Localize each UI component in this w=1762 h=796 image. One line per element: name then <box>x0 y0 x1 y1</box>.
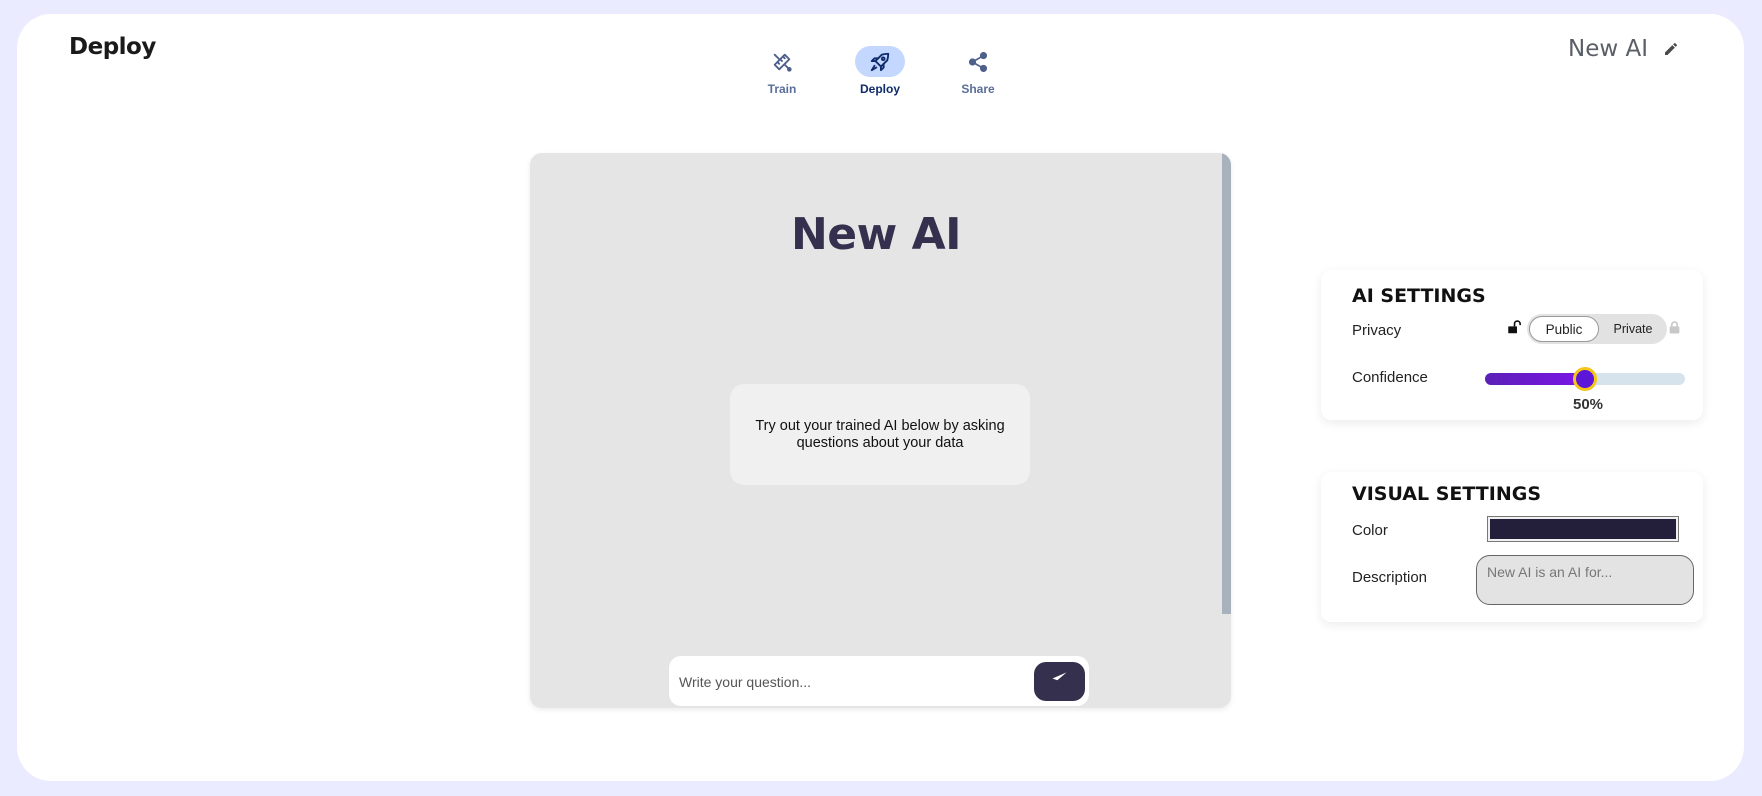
ai-name-header: New AI <box>1568 36 1682 62</box>
locked-icon <box>1669 321 1680 339</box>
color-label: Color <box>1352 522 1388 539</box>
paper-plane-icon <box>1051 671 1068 693</box>
confidence-value: 50% <box>1572 396 1604 413</box>
confidence-label: Confidence <box>1352 369 1428 386</box>
app-frame: Deploy Train Deploy Share New AI New AI … <box>17 14 1744 781</box>
send-button[interactable] <box>1034 662 1085 701</box>
share-icon <box>953 46 1003 77</box>
pencil-icon[interactable] <box>1660 38 1682 60</box>
question-input[interactable] <box>677 656 1031 708</box>
nav-item-train[interactable]: Train <box>757 46 807 96</box>
ai-settings-heading: AI SETTINGS <box>1352 285 1486 307</box>
privacy-toggle: Public Private <box>1527 314 1667 344</box>
visual-settings-card: VISUAL SETTINGS Color Description <box>1321 472 1703 622</box>
privacy-public-option[interactable]: Public <box>1529 316 1599 342</box>
confidence-slider[interactable] <box>1485 367 1685 391</box>
chat-scrollbar[interactable] <box>1222 153 1231 614</box>
chat-input-bar <box>669 656 1089 708</box>
ai-settings-card: AI SETTINGS Privacy Public Private Confi… <box>1321 270 1703 420</box>
description-label: Description <box>1352 569 1428 586</box>
nav-label-share: Share <box>961 82 995 96</box>
page-title: Deploy <box>69 34 156 60</box>
nav-label-deploy: Deploy <box>859 82 900 96</box>
confidence-slider-thumb[interactable] <box>1573 367 1597 391</box>
intro-message: Try out your trained AI below by asking … <box>730 384 1030 485</box>
privacy-label: Privacy <box>1352 322 1402 339</box>
ai-name: New AI <box>1568 36 1648 62</box>
color-swatch <box>1490 519 1676 539</box>
visual-settings-heading: VISUAL SETTINGS <box>1352 483 1541 505</box>
rocket-icon <box>855 46 905 77</box>
nav-label-train: Train <box>767 82 797 96</box>
privacy-private-option[interactable]: Private <box>1601 316 1665 342</box>
color-picker[interactable] <box>1487 516 1679 542</box>
chat-title: New AI <box>790 209 962 260</box>
top-nav: Train Deploy Share <box>757 46 1003 96</box>
unlocked-icon <box>1507 320 1522 339</box>
description-input[interactable] <box>1476 555 1694 605</box>
confidence-slider-fill <box>1485 373 1585 385</box>
chat-preview-panel: New AI Try out your trained AI below by … <box>530 153 1231 708</box>
wrench-ruler-icon <box>757 46 807 77</box>
nav-item-share[interactable]: Share <box>953 46 1003 96</box>
nav-item-deploy[interactable]: Deploy <box>855 46 905 96</box>
